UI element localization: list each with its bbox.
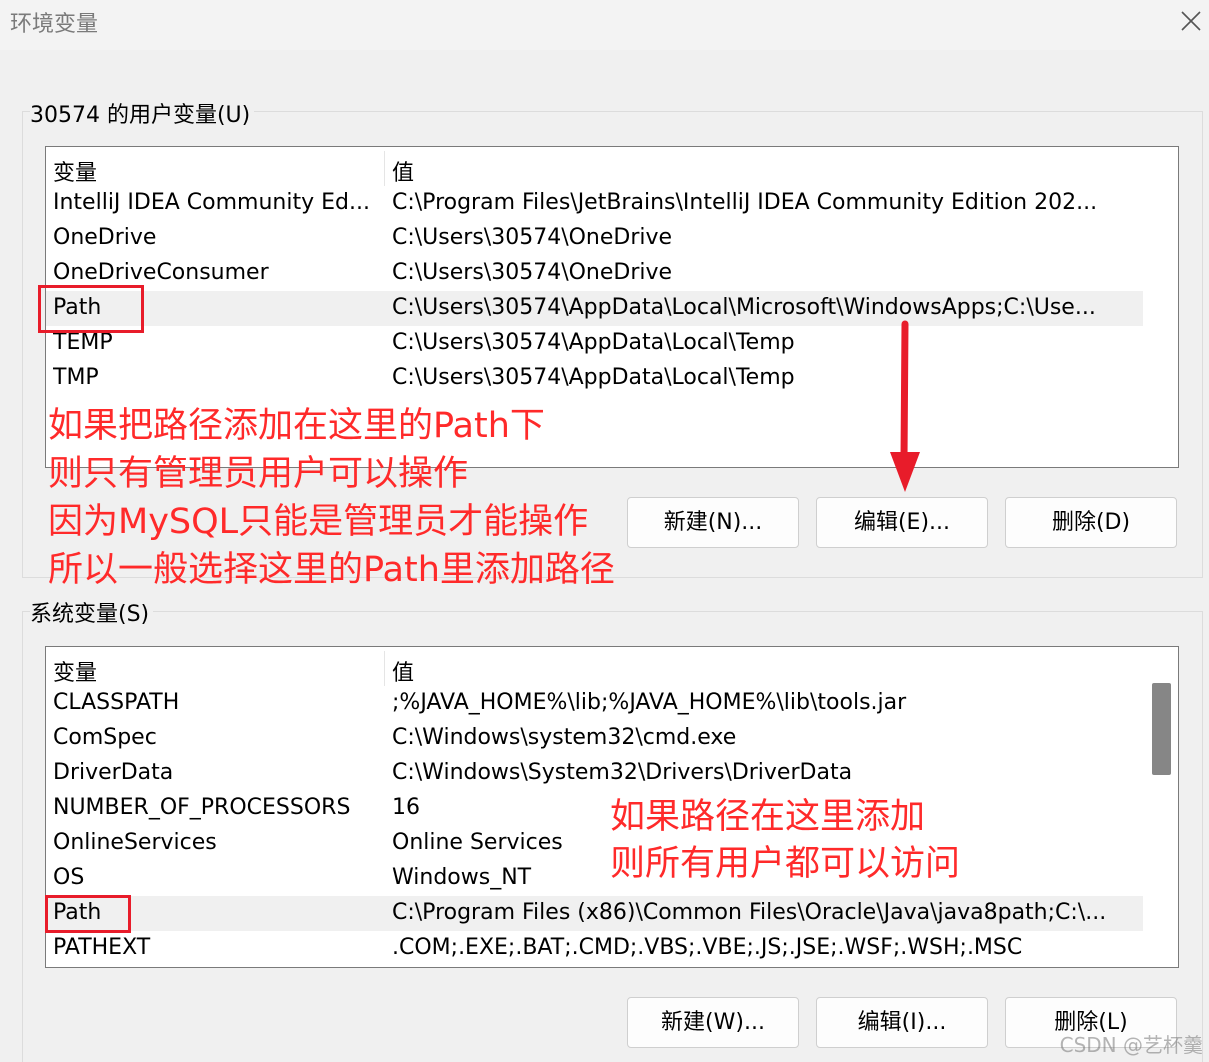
table-row[interactable]: OS Windows_NT	[46, 861, 1143, 896]
variable-value: C:\Windows\system32\cmd.exe	[392, 725, 737, 750]
system-edit-button[interactable]: 编辑(I)...	[816, 997, 988, 1048]
arrow-down-icon	[890, 320, 920, 492]
table-row[interactable]: OneDriveConsumer C:\Users\30574\OneDrive	[46, 256, 1143, 291]
table-row[interactable]: IntelliJ IDEA Community Ed... C:\Program …	[46, 186, 1143, 221]
watermark: CSDN @艺杯羹	[1059, 1033, 1203, 1057]
variable-name: IntelliJ IDEA Community Ed...	[53, 190, 370, 215]
variable-value: ;%JAVA_HOME%\lib;%JAVA_HOME%\lib\tools.j…	[392, 690, 907, 715]
variable-name: NUMBER_OF_PROCESSORS	[53, 795, 351, 820]
list-header: 变量 值	[46, 151, 1146, 186]
variable-value: C:\Windows\System32\Drivers\DriverData	[392, 760, 853, 785]
user-annotation-line-2: 则只有管理员用户可以操作	[48, 454, 469, 494]
table-row[interactable]: PATHEXT .COM;.EXE;.BAT;.CMD;.VBS;.VBE;.JS…	[46, 931, 1143, 966]
variable-value: C:\Users\30574\OneDrive	[392, 260, 673, 285]
table-row[interactable]: CLASSPATH ;%JAVA_HOME%\lib;%JAVA_HOME%\li…	[46, 686, 1143, 721]
user-vars-label: 30574 的用户变量(U)	[30, 97, 255, 129]
variable-value: C:\Users\30574\AppData\Local\Temp	[392, 330, 795, 355]
variable-name: CLASSPATH	[53, 690, 180, 715]
variable-name: PATHEXT	[53, 935, 151, 960]
column-header-name[interactable]: 变量	[53, 155, 383, 187]
column-header-name[interactable]: 变量	[53, 655, 383, 687]
table-row[interactable]: TMP C:\Users\30574\AppData\Local\Temp	[46, 361, 1143, 396]
variable-name: TMP	[53, 365, 99, 390]
variable-name: DriverData	[53, 760, 174, 785]
user-path-highlight	[38, 285, 144, 333]
table-row[interactable]: OnlineServices Online Services	[46, 826, 1143, 861]
variable-name: TEMP	[53, 330, 113, 355]
variable-name: OnlineServices	[53, 830, 217, 855]
system-vars-label: 系统变量(S)	[30, 596, 154, 628]
table-row[interactable]: NUMBER_OF_PROCESSORS 16	[46, 791, 1143, 826]
user-annotation-line-3: 因为MySQL只能是管理员才能操作	[48, 502, 589, 542]
table-row[interactable]: Path C:\Users\30574\AppData\Local\Microso…	[46, 291, 1143, 326]
system-path-highlight	[45, 895, 131, 933]
table-row[interactable]: OneDrive C:\Users\30574\OneDrive	[46, 221, 1143, 256]
variable-name: OS	[53, 865, 85, 890]
column-header-value[interactable]: 值	[392, 155, 1142, 187]
variable-value: .COM;.EXE;.BAT;.CMD;.VBS;.VBE;.JS;.JSE;.…	[392, 935, 1023, 960]
title-bar: 环境变量	[0, 0, 1209, 50]
user-new-button[interactable]: 新建(N)...	[627, 497, 799, 548]
system-annotation-line-2: 则所有用户都可以访问	[610, 844, 961, 884]
variable-name: OneDrive	[53, 225, 157, 250]
user-annotation-line-1: 如果把路径添加在这里的Path下	[48, 406, 545, 446]
variable-value: C:\Users\30574\OneDrive	[392, 225, 673, 250]
table-row[interactable]: ComSpec C:\Windows\system32\cmd.exe	[46, 721, 1143, 756]
variable-value: C:\Program Files\JetBrains\IntelliJ IDEA…	[392, 190, 1098, 215]
table-row[interactable]: Path C:\Program Files (x86)\Common Files\…	[46, 896, 1143, 931]
user-edit-button[interactable]: 编辑(E)...	[816, 497, 988, 548]
close-icon	[1181, 11, 1201, 31]
table-row[interactable]: DriverData C:\Windows\System32\Drivers\Dr…	[46, 756, 1143, 791]
table-row[interactable]: TEMP C:\Users\30574\AppData\Local\Temp	[46, 326, 1143, 361]
variable-value: C:\Users\30574\AppData\Local\Microsoft\W…	[392, 295, 1096, 320]
variable-name: ComSpec	[53, 725, 157, 750]
variable-value: C:\Program Files (x86)\Common Files\Orac…	[392, 900, 1107, 925]
user-delete-button[interactable]: 删除(D)	[1005, 497, 1177, 548]
system-annotation-line-1: 如果路径在这里添加	[610, 797, 926, 837]
column-header-value[interactable]: 值	[392, 655, 1142, 687]
window-title: 环境变量	[10, 12, 99, 37]
variable-value: C:\Users\30574\AppData\Local\Temp	[392, 365, 795, 390]
system-new-button[interactable]: 新建(W)...	[627, 997, 799, 1048]
close-button[interactable]	[1169, 0, 1209, 44]
scrollbar-thumb[interactable]	[1152, 683, 1171, 775]
variable-name: OneDriveConsumer	[53, 260, 269, 285]
list-header: 变量 值	[46, 651, 1146, 686]
user-annotation-line-4: 所以一般选择这里的Path里添加路径	[48, 550, 615, 590]
